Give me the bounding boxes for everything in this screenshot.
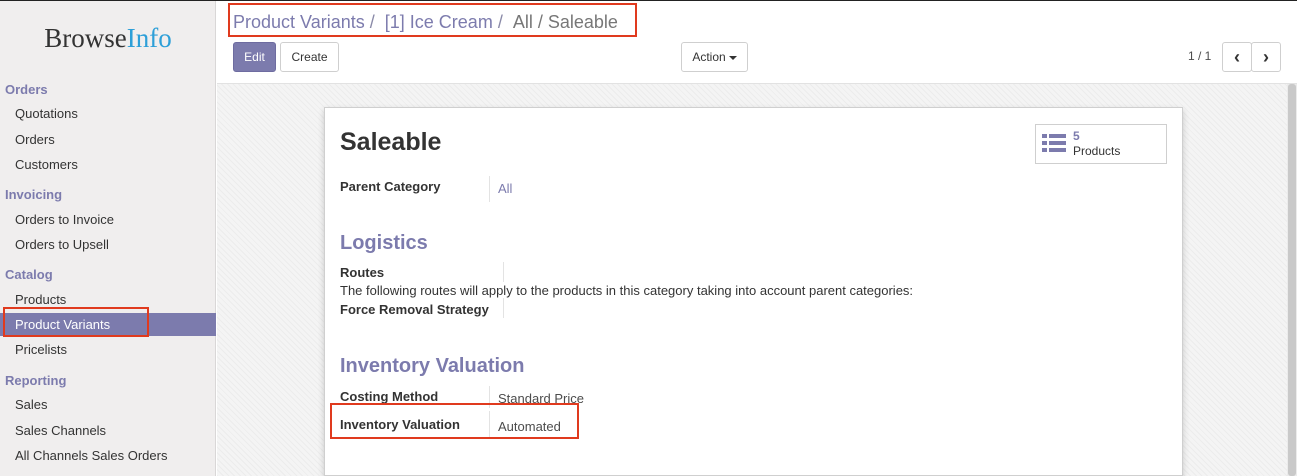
action-label: Action [692,50,726,64]
field-divider [503,262,504,282]
caret-down-icon [728,55,737,60]
logo-text-part2: Info [126,23,172,53]
scrollbar[interactable] [1287,84,1297,476]
field-divider [503,298,504,318]
pager-value: 1 / 1 [1188,49,1212,63]
action-dropdown[interactable]: Action [681,42,748,72]
field-divider [489,176,490,202]
breadcrumb-separator: / [369,12,375,32]
sidebar-item-sales[interactable]: Sales [0,393,216,416]
routes-note: The following routes will apply to the p… [340,283,914,298]
costing-method-value: Standard Price [498,391,584,406]
sidebar-item-orders[interactable]: Orders [0,128,216,151]
sidebar-item-product-variants[interactable]: Product Variants [0,313,216,336]
inventory-valuation-value: Automated [498,419,561,434]
chevron-left-icon: ‹ [1234,47,1240,67]
sidebar-item-sales-channels[interactable]: Sales Channels [0,419,216,442]
sidebar-section-reporting: Reporting [5,373,67,388]
force-removal-strategy-label: Force Removal Strategy [340,302,489,317]
sidebar-item-all-channels-sales-orders[interactable]: All Channels Sales Orders [0,444,216,467]
create-button[interactable]: Create [280,42,339,72]
routes-label: Routes [340,265,385,280]
field-divider [489,411,490,437]
scrollbar-thumb[interactable] [1288,84,1296,476]
breadcrumb-current: All / Saleable [512,12,618,32]
sidebar: BrowseInfo Orders Quotations Orders Cust… [0,1,216,476]
pager-next-button[interactable]: › [1251,42,1281,72]
sidebar-item-orders-to-invoice[interactable]: Orders to Invoice [0,208,216,231]
record-title: Saleable [340,128,442,156]
edit-button[interactable]: Edit [233,42,276,72]
inventory-valuation-label: Inventory Valuation [340,417,460,432]
breadcrumb: Product Variants / [1] Ice Cream / All /… [233,12,618,33]
logo-text-part1: Browse [44,23,127,53]
sidebar-section-catalog: Catalog [5,267,53,282]
products-label: Products [1073,144,1121,158]
list-icon [1042,134,1066,152]
logistics-heading: Logistics [340,232,428,254]
inventory-valuation-heading: Inventory Valuation [340,355,525,377]
control-panel: Product Variants / [1] Ice Cream / All /… [217,1,1297,84]
breadcrumb-product-variants[interactable]: Product Variants [233,12,365,32]
logo: BrowseInfo [0,23,216,54]
costing-method-label: Costing Method [340,389,439,404]
products-count: 5 [1073,129,1080,143]
pager-previous-button[interactable]: ‹ [1222,42,1252,72]
parent-category-value[interactable]: All [498,181,512,196]
breadcrumb-separator: / [497,12,503,32]
sidebar-item-orders-to-upsell[interactable]: Orders to Upsell [0,233,216,256]
sidebar-section-orders: Orders [5,82,48,97]
sidebar-item-pricelists[interactable]: Pricelists [0,338,216,361]
parent-category-label: Parent Category [340,179,441,194]
sidebar-item-quotations[interactable]: Quotations [0,102,216,125]
field-divider [489,386,490,408]
sidebar-section-invoicing: Invoicing [5,187,63,202]
chevron-right-icon: › [1263,47,1269,67]
sidebar-item-products[interactable]: Products [0,288,216,311]
sidebar-item-customers[interactable]: Customers [0,153,216,176]
breadcrumb-ice-cream[interactable]: [1] Ice Cream [385,12,493,32]
form-sheet: Saleable 5 Products Parent Category All … [324,107,1183,476]
products-stat-button[interactable]: 5 Products [1035,124,1167,164]
